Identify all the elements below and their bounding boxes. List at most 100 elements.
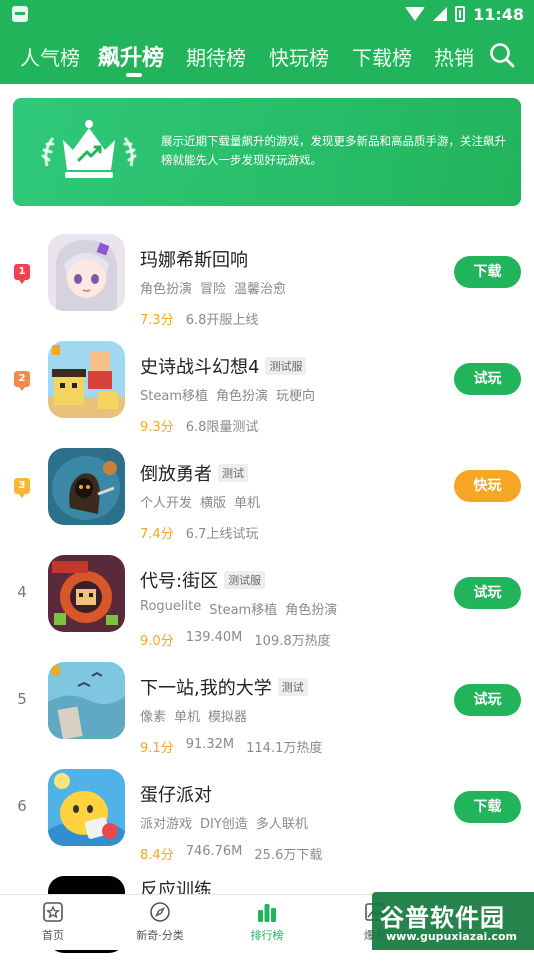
game-icon[interactable] bbox=[48, 555, 125, 632]
list-item[interactable]: 4 代号:街区 测试服 Roguelite Steam移植 角色扮演 9.0分 … bbox=[0, 555, 534, 655]
game-meta: 8.4分 746.76M 25.6万下载 bbox=[140, 844, 322, 863]
compass-icon bbox=[150, 902, 170, 922]
game-tag: 模拟器 bbox=[208, 710, 248, 725]
game-tags: 个人开发 横版 单机 bbox=[140, 492, 260, 511]
game-name[interactable]: 玛娜希斯回响 bbox=[140, 246, 248, 272]
download-button[interactable]: 下载 bbox=[454, 256, 521, 288]
bar-chart-icon bbox=[258, 904, 276, 922]
status-bar: 11:48 bbox=[0, 0, 534, 28]
game-tags: 派对游戏 DIY创造 多人联机 bbox=[140, 813, 308, 832]
list-item[interactable]: 2 史诗战斗幻想4 测试服 Steam移植 角色扮演 玩梗向 9.3分 6.8限… bbox=[0, 341, 534, 441]
game-tag: 温馨治愈 bbox=[234, 282, 287, 297]
quick-play-button[interactable]: 快玩 bbox=[454, 470, 521, 502]
game-tag: 单机 bbox=[234, 496, 261, 511]
nav-discover-category[interactable]: 新奇·分类 bbox=[115, 901, 205, 943]
game-status: 6.7上线试玩 bbox=[185, 527, 259, 542]
trial-button[interactable]: 试玩 bbox=[454, 684, 521, 716]
nav-label: 首页 bbox=[42, 929, 64, 942]
list-item[interactable]: 3 倒放勇者 测试 个人开发 横版 单机 7.4分 6.7上线试玩 快玩 bbox=[0, 448, 534, 548]
search-icon bbox=[490, 43, 515, 68]
game-icon[interactable] bbox=[48, 234, 125, 311]
watermark-title: 谷普软件园 bbox=[380, 904, 505, 932]
rank-badge: 2 bbox=[14, 371, 30, 391]
game-status: 6.8限量测试 bbox=[185, 420, 259, 435]
test-tag: 测试 bbox=[277, 678, 308, 696]
list-item[interactable]: 1 玛娜希斯回响 角色扮演 冒险 温馨治愈 7.3分 6.8开服上线 下载 bbox=[0, 234, 534, 334]
game-icon[interactable] bbox=[48, 341, 125, 418]
rising-list-banner: 展示近期下载量飙升的游戏，发现更多新品和高品质手游，关注飙升榜就能先人一步发现好… bbox=[13, 98, 521, 206]
tab-rising[interactable]: 飙升榜 bbox=[98, 40, 164, 72]
tab-expected[interactable]: 期待榜 bbox=[186, 42, 246, 71]
game-tag: 角色扮演 bbox=[140, 282, 193, 297]
game-tag: 角色扮演 bbox=[285, 603, 338, 618]
list-item[interactable]: 5 下一站,我的大学 测试 像素 单机 模拟器 9.1分 91.32M 114. bbox=[0, 662, 534, 762]
tab-quick-play[interactable]: 快玩榜 bbox=[269, 42, 329, 71]
game-name[interactable]: 倒放勇者 bbox=[140, 460, 212, 486]
status-indicators: 11:48 bbox=[405, 4, 524, 24]
game-meta: 9.3分 6.8限量测试 bbox=[140, 416, 258, 435]
game-tag: 单机 bbox=[174, 710, 201, 725]
trial-button[interactable]: 试玩 bbox=[454, 577, 521, 609]
game-tag: Steam移植 bbox=[209, 603, 278, 618]
game-tags: Roguelite Steam移植 角色扮演 bbox=[140, 599, 337, 618]
game-tag: Roguelite bbox=[140, 599, 202, 614]
crown-trophy-icon bbox=[41, 120, 137, 178]
game-tag: 派对游戏 bbox=[140, 817, 193, 832]
banner-description: 展示近期下载量飙升的游戏，发现更多新品和高品质手游，关注飙升榜就能先人一步发现好… bbox=[161, 134, 506, 167]
site-watermark: 谷普软件园 www.gupuxiazai.com bbox=[372, 892, 534, 950]
game-icon[interactable] bbox=[48, 448, 125, 525]
game-tags: Steam移植 角色扮演 玩梗向 bbox=[140, 385, 315, 404]
test-server-tag: 测试服 bbox=[224, 571, 266, 589]
rank-number: 6 bbox=[17, 797, 27, 815]
game-name[interactable]: 代号:街区 bbox=[140, 567, 218, 593]
game-name[interactable]: 下一站,我的大学 bbox=[140, 674, 272, 700]
rank-number: 5 bbox=[17, 690, 27, 708]
game-icon[interactable] bbox=[48, 769, 125, 846]
rank-number: 4 bbox=[17, 583, 27, 601]
game-size: 91.32M bbox=[185, 737, 235, 752]
game-name[interactable]: 蛋仔派对 bbox=[140, 781, 212, 807]
trial-button[interactable]: 试玩 bbox=[454, 363, 521, 395]
active-tab-indicator bbox=[126, 73, 142, 77]
star-page-icon bbox=[43, 902, 63, 922]
nav-ranking[interactable]: 排行榜 bbox=[222, 901, 312, 943]
wifi-icon bbox=[405, 7, 426, 21]
signal-icon bbox=[433, 7, 448, 21]
test-tag: 测试 bbox=[218, 464, 248, 482]
download-button[interactable]: 下载 bbox=[454, 791, 521, 823]
game-meta: 9.1分 91.32M 114.1万热度 bbox=[140, 737, 322, 756]
game-status: 6.8开服上线 bbox=[185, 313, 259, 328]
game-score: 9.3分 bbox=[140, 420, 174, 435]
game-score: 8.4分 bbox=[140, 848, 174, 863]
battery-icon bbox=[455, 6, 466, 22]
game-tag: 角色扮演 bbox=[215, 389, 268, 404]
game-popularity: 109.8万热度 bbox=[254, 634, 331, 649]
game-tags: 角色扮演 冒险 温馨治愈 bbox=[140, 278, 286, 297]
watermark-url: www.gupuxiazai.com bbox=[386, 930, 517, 943]
game-meta: 7.3分 6.8开服上线 bbox=[140, 309, 258, 328]
game-score: 7.4分 bbox=[140, 527, 174, 542]
game-score: 7.3分 bbox=[140, 313, 174, 328]
nav-label: 新奇·分类 bbox=[136, 929, 184, 942]
list-item[interactable]: 6 蛋仔派对 派对游戏 DIY创造 多人联机 8.4分 746.76M 25.6… bbox=[0, 769, 534, 869]
nav-label: 排行榜 bbox=[250, 929, 284, 942]
nav-home[interactable]: 首页 bbox=[8, 901, 98, 943]
status-time: 11:48 bbox=[473, 4, 524, 24]
tab-popular[interactable]: 人气榜 bbox=[20, 42, 80, 71]
game-size: 746.76M bbox=[185, 844, 243, 859]
game-tag: 冒险 bbox=[200, 282, 227, 297]
search-button[interactable] bbox=[488, 41, 516, 69]
game-icon[interactable] bbox=[48, 662, 125, 739]
tab-downloads[interactable]: 下载榜 bbox=[352, 42, 412, 71]
game-name[interactable]: 史诗战斗幻想4 bbox=[140, 353, 259, 379]
test-server-tag: 测试服 bbox=[265, 357, 307, 375]
game-score: 9.1分 bbox=[140, 741, 174, 756]
game-tag: 横版 bbox=[200, 496, 227, 511]
rank-badge: 3 bbox=[14, 478, 30, 498]
game-tag: DIY创造 bbox=[200, 817, 248, 832]
game-tag: Steam移植 bbox=[140, 389, 208, 404]
tab-bestselling[interactable]: 热销 bbox=[434, 42, 474, 71]
app-notification-icon bbox=[12, 6, 28, 22]
game-downloads: 25.6万下载 bbox=[254, 848, 323, 863]
game-meta: 9.0分 139.40M 109.8万热度 bbox=[140, 630, 331, 649]
